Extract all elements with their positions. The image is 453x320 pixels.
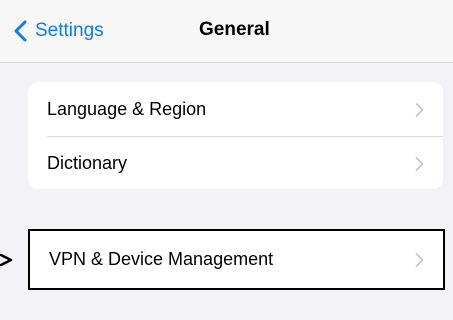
page-title: General bbox=[199, 19, 270, 40]
chevron-right-icon bbox=[415, 156, 424, 171]
settings-group-bottom-highlighted: VPN & Device Management bbox=[28, 229, 445, 290]
chevron-right-icon bbox=[415, 252, 424, 267]
row-label: Dictionary bbox=[47, 153, 128, 173]
navigation-bar: Settings General bbox=[0, 0, 453, 63]
back-label: Settings bbox=[35, 20, 104, 41]
settings-row-language-region[interactable]: Language & Region bbox=[28, 83, 443, 136]
row-label: VPN & Device Management bbox=[49, 249, 274, 269]
back-button[interactable]: Settings bbox=[14, 17, 104, 45]
row-label: Language & Region bbox=[47, 99, 207, 119]
arrow-right-icon bbox=[0, 253, 13, 267]
settings-group-top: Language & Region Dictionary bbox=[28, 82, 443, 189]
settings-row-vpn-device-management[interactable]: VPN & Device Management bbox=[30, 231, 443, 288]
chevron-right-icon bbox=[415, 102, 424, 117]
settings-row-dictionary[interactable]: Dictionary bbox=[28, 137, 443, 189]
chevron-left-icon bbox=[14, 20, 27, 42]
